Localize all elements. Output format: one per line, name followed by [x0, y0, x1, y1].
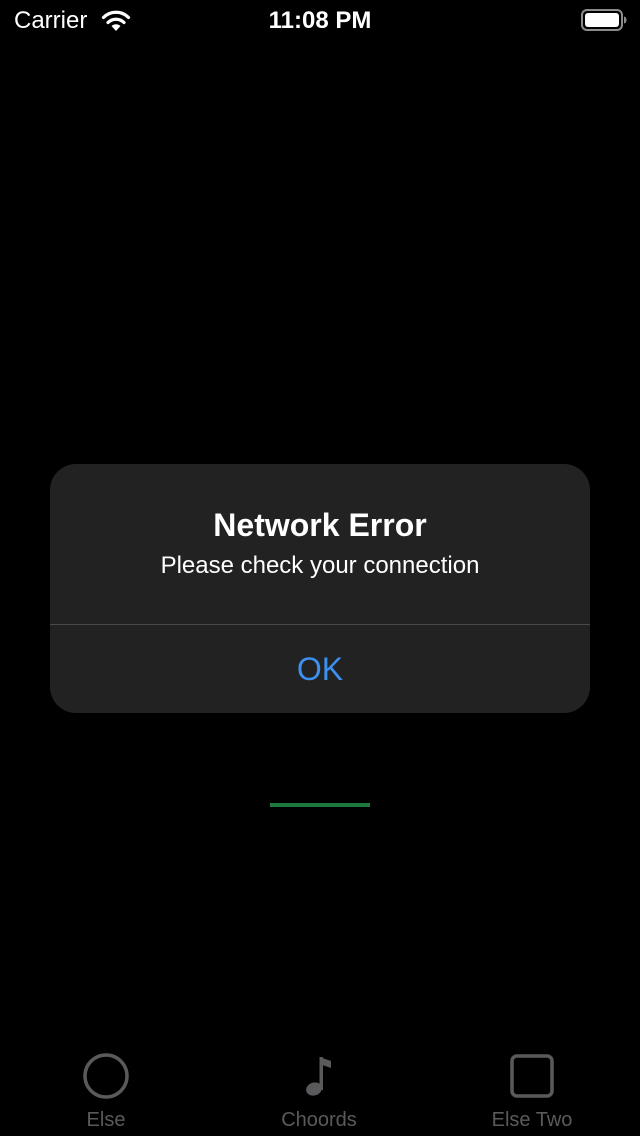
tab-label-else: Else — [86, 1109, 126, 1131]
ok-button[interactable]: OK — [50, 625, 590, 713]
progress-indicator — [270, 803, 370, 807]
alert-title: Network Error — [213, 507, 427, 543]
circle-icon — [83, 1053, 129, 1099]
tab-choords[interactable]: Choords — [239, 1040, 399, 1136]
tab-label-else-two: Else Two — [491, 1109, 573, 1131]
tab-else-two[interactable]: Else Two — [452, 1040, 612, 1136]
battery-icon — [581, 9, 627, 31]
music-note-icon — [306, 1057, 331, 1096]
status-time: 11:08 PM — [268, 7, 372, 34]
alert-message: Please check your connection — [160, 552, 480, 579]
square-icon — [510, 1054, 554, 1098]
tab-label-choords: Choords — [281, 1109, 357, 1131]
status-bar: Carrier 11:08 PM — [0, 0, 640, 40]
network-error-alert: Network Error Please check your connecti… — [50, 464, 590, 713]
tab-bar: Else Choords Else Two — [0, 1040, 640, 1136]
tab-else[interactable]: Else — [26, 1040, 186, 1136]
